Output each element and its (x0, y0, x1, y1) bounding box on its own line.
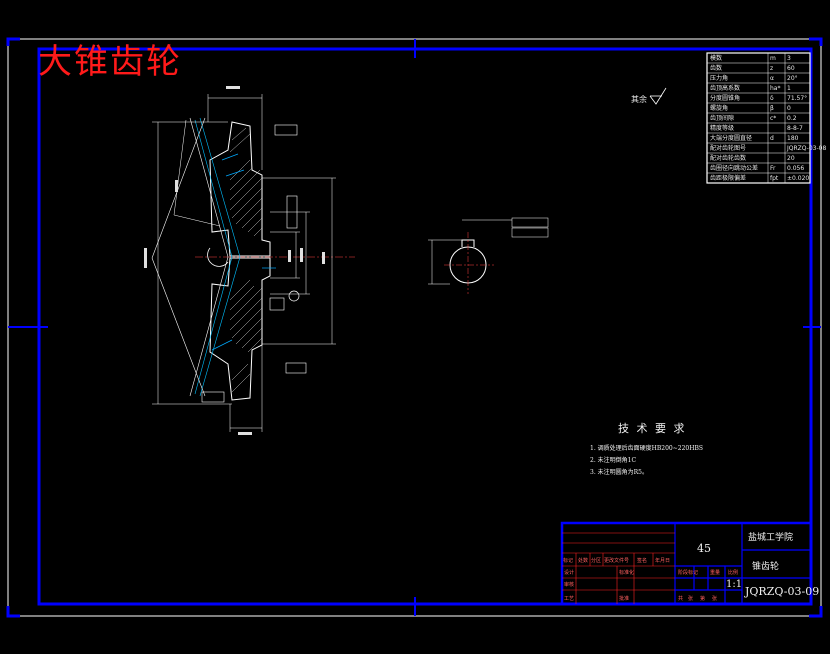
param-cell: 配对齿轮齿数 (710, 155, 747, 162)
tb-header-change-doc: 更改文件号 (604, 558, 630, 564)
gear-section-view (144, 86, 355, 435)
roughness-symbol (649, 87, 667, 105)
param-cell: 20 (787, 155, 795, 162)
tb-std-label: 标准化 (619, 570, 635, 576)
tb-stage-label: 阶段标记 (678, 570, 699, 576)
tolerance-frames (201, 124, 307, 403)
param-cell: m (770, 55, 776, 62)
tb-sheet-total: 共 (678, 596, 684, 602)
tb-header-mark: 标记 (563, 558, 574, 564)
param-cell: 0.056 (787, 165, 805, 172)
tb-sheet-unit1: 张 (688, 596, 694, 602)
param-cell: δ (770, 95, 774, 102)
param-cell: z (770, 65, 774, 72)
tech-requirement-1: 1. 调质处理后齿面硬度HB200~220HBS (590, 445, 703, 452)
hatch-upper (229, 127, 263, 237)
param-cell: 齿圈径向跳动公差 (710, 165, 759, 172)
param-cell: 齿顶间隙 (710, 115, 735, 122)
param-cell: 0.2 (787, 115, 797, 122)
part-name: 锥齿轮 (752, 562, 780, 572)
param-cell: 模数 (710, 55, 723, 62)
tb-header-date: 年月日 (655, 558, 671, 564)
param-cell: c* (770, 115, 777, 122)
dimension-lines (152, 94, 336, 432)
centering-marks (8, 39, 821, 616)
hub-view-dims (428, 217, 549, 285)
param-cell: JQRZQ-03-08 (787, 145, 827, 152)
scale-value: 1:1 (726, 579, 743, 590)
param-cell: fpt (770, 175, 779, 182)
tech-requirement-2: 2. 未注明倒角1C (590, 457, 637, 464)
param-cell: ±0.020 (787, 175, 810, 182)
hub-end-view (428, 217, 549, 294)
param-cell: 0 (787, 105, 791, 112)
tb-sheet-unit2: 张 (712, 596, 718, 602)
roughness-note: 其余 (631, 95, 647, 104)
param-cell: 压力角 (710, 75, 729, 82)
drawing-sheet (6, 37, 823, 618)
corner-marks (6, 37, 823, 618)
hatch-lower (229, 279, 263, 393)
tech-requirements-heading: 技 术 要 求 (618, 422, 687, 435)
material-label: 45 (697, 542, 711, 555)
param-cell: d (770, 135, 774, 142)
param-cell: 配对齿轮图号 (710, 145, 747, 152)
param-cell: 螺旋角 (710, 105, 729, 112)
tb-weight-label: 重量 (710, 570, 721, 576)
param-cell: 齿顶高系数 (710, 85, 741, 92)
drawing-title: 大锥齿轮 (38, 42, 182, 82)
param-cell: 大端分度圆直径 (710, 135, 753, 142)
param-cell: Fr (770, 165, 776, 172)
param-cell: 分度圆锥角 (710, 95, 741, 102)
param-cell: 20° (787, 75, 798, 82)
param-cell: 71.57° (787, 95, 808, 102)
tb-header-zone: 分区 (591, 558, 602, 564)
param-cell: β (770, 105, 774, 112)
param-cell: α (770, 75, 774, 82)
param-cell: ha* (770, 85, 781, 92)
tb-sheet-index: 第 (700, 596, 706, 602)
tb-scale-label: 比例 (728, 570, 739, 576)
dimension-labels (144, 86, 325, 435)
tb-row-review: 审核 (564, 582, 575, 588)
param-cell: 1 (787, 85, 791, 92)
param-cell: 180 (787, 135, 799, 142)
drawing-number: JQRZQ-03-09 (745, 585, 820, 598)
param-cell: 60 (787, 65, 795, 72)
tb-approve-label: 批准 (619, 596, 630, 602)
tb-header-count: 处数 (578, 558, 589, 564)
tb-row-process: 工艺 (564, 596, 575, 602)
param-cell: 精度等级 (710, 125, 735, 132)
param-cell: 3 (787, 55, 791, 62)
tech-requirement-3: 3. 未注明圆角为R5。 (590, 469, 648, 476)
param-cell: 8-8-7 (787, 125, 803, 132)
drawing-frame (37, 47, 813, 606)
school-name: 盐城工学院 (748, 533, 794, 543)
datum-marker (288, 290, 300, 302)
tb-row-design: 设计 (564, 570, 575, 576)
param-cell: 齿距极限偏差 (710, 175, 747, 182)
sheet-outer-border (7, 38, 822, 617)
param-cell: 齿数 (710, 65, 723, 72)
tb-header-sign: 签名 (637, 558, 648, 564)
